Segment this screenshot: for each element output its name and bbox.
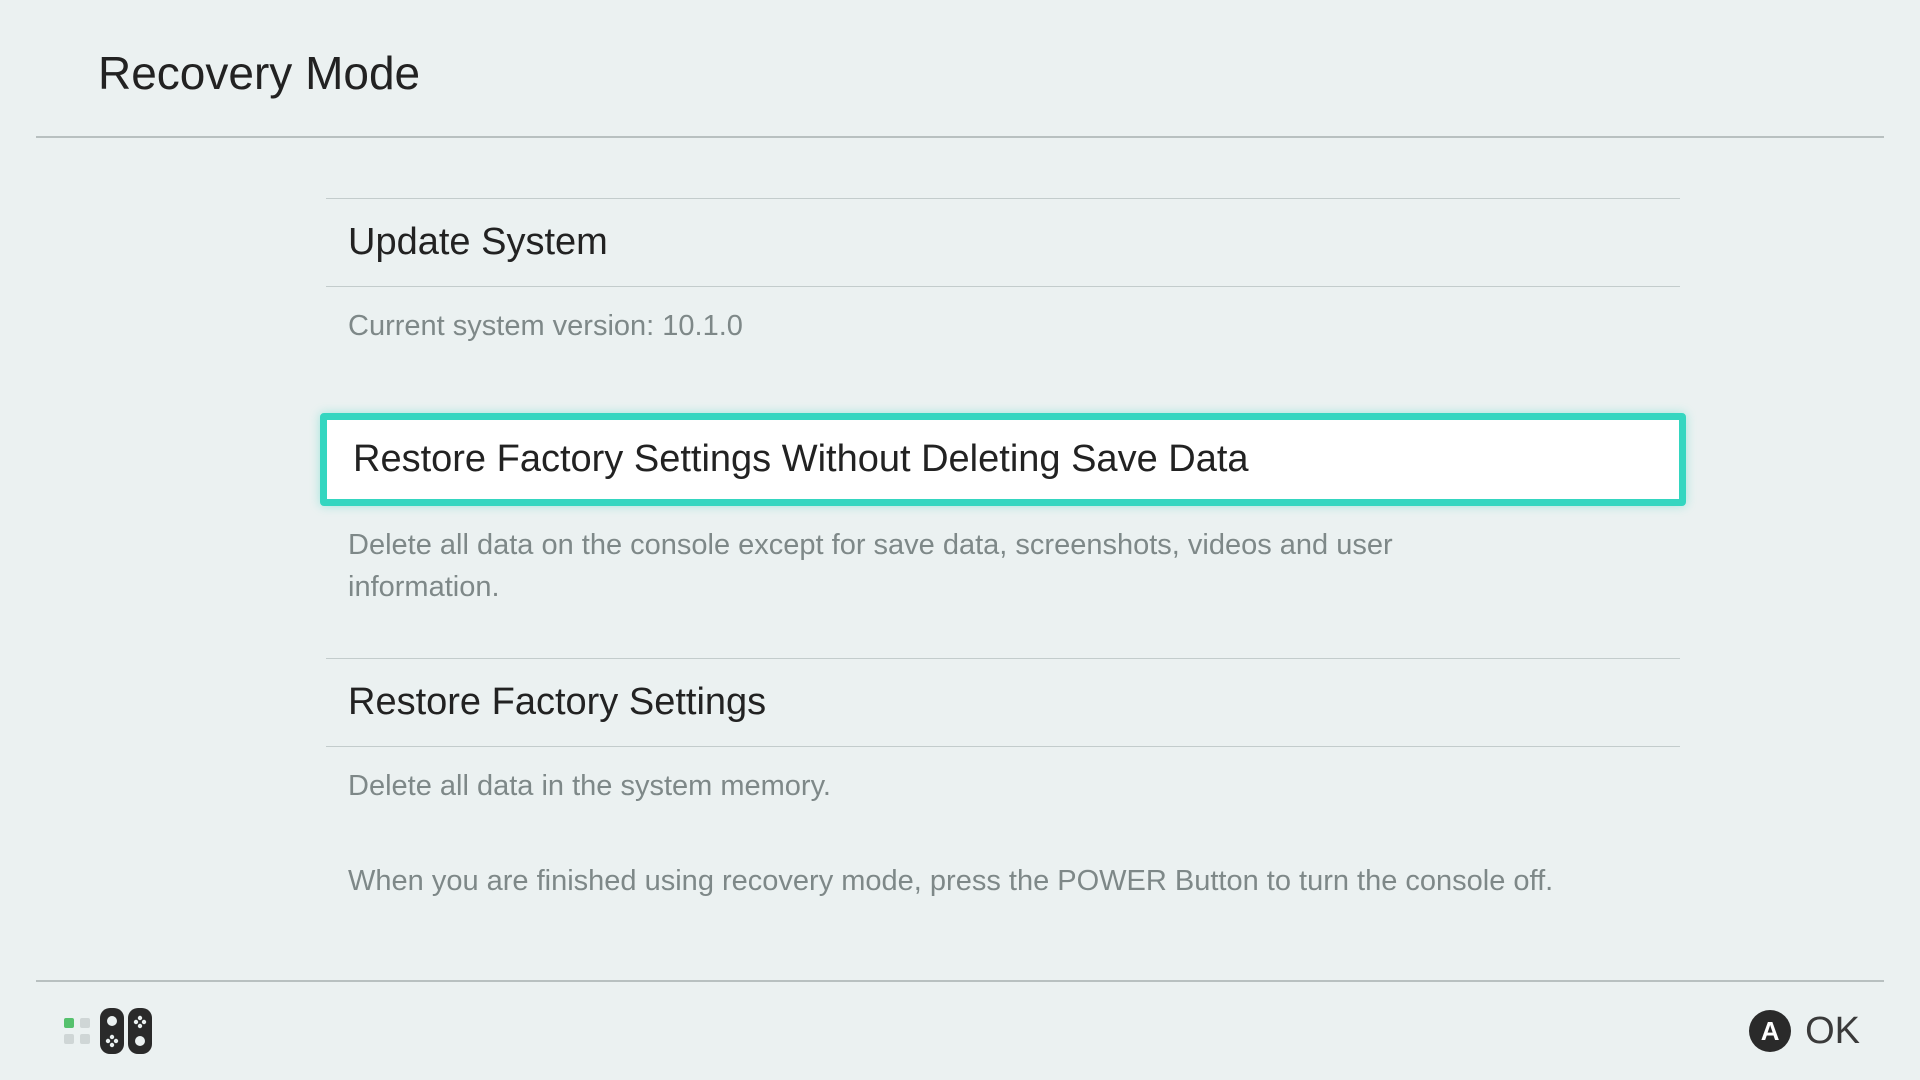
option-title: Restore Factory Settings Without Deletin…	[320, 413, 1686, 506]
exit-instruction: When you are finished using recovery mod…	[326, 833, 1680, 908]
option-restore-keep-save[interactable]: Restore Factory Settings Without Deletin…	[326, 413, 1680, 634]
joycon-pair-icon	[98, 1006, 154, 1056]
option-title: Restore Factory Settings	[326, 658, 1680, 747]
player-indicator-icon	[64, 1018, 90, 1044]
option-update-system[interactable]: Update System Current system version: 10…	[326, 198, 1680, 373]
ok-label: OK	[1805, 1010, 1860, 1053]
spacer	[326, 634, 1680, 658]
option-restore-full[interactable]: Restore Factory Settings Delete all data…	[326, 658, 1680, 833]
header-divider	[36, 136, 1884, 138]
option-description: Delete all data on the console except fo…	[326, 506, 1426, 634]
spacer	[326, 373, 1680, 413]
options-list: Update System Current system version: 10…	[0, 198, 1920, 908]
controller-status	[64, 1006, 154, 1056]
ok-hint: A OK	[1749, 1010, 1860, 1053]
a-button-icon: A	[1749, 1010, 1791, 1052]
option-description: Delete all data in the system memory.	[326, 747, 1426, 833]
option-description: Current system version: 10.1.0	[326, 287, 1426, 373]
footer: A OK	[0, 982, 1920, 1080]
page-title: Recovery Mode	[98, 46, 1920, 100]
option-title: Update System	[326, 198, 1680, 287]
header: Recovery Mode	[0, 0, 1920, 136]
